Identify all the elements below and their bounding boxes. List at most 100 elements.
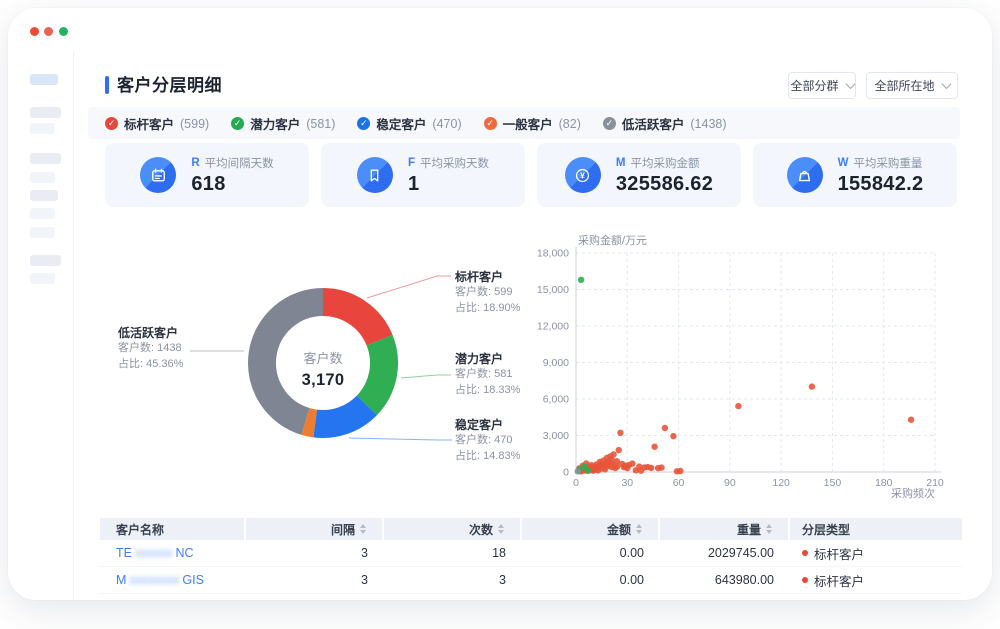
scatter-point-标杆客户[interactable] (648, 465, 654, 471)
yuan-icon: ¥ (565, 157, 601, 193)
sidebar-item[interactable] (30, 227, 55, 238)
page-title: 客户分层明细 (117, 71, 222, 96)
stat-card-recency: R平均间隔天数 618 (105, 143, 309, 207)
minimize-button[interactable] (44, 27, 53, 36)
sort-icon[interactable] (636, 524, 642, 534)
cell-times: 18 (384, 540, 522, 567)
legend-item-inactive[interactable]: ✓ 低活跃客户 (1438) (603, 114, 727, 133)
scatter-point-标杆客户[interactable] (629, 460, 635, 466)
legend-label: 低活跃客户 (622, 114, 685, 133)
x-tick-label: 90 (724, 477, 736, 489)
cell-type: 标杆客户 (790, 567, 962, 594)
cell-weight: 2029745.00 (660, 540, 790, 567)
column-header-name[interactable]: 客户名称 (100, 518, 246, 540)
scatter-x-axis-title: 采购频次 (865, 485, 935, 501)
legend-label: 标杆客户 (124, 114, 174, 133)
stat-card-weight: W平均采购重量 155842.2 (753, 143, 957, 207)
app-window: 客户分层明细 全部分群 全部所在地 ✓ 标杆客户 (599) ✓ 潜力客户 (5… (8, 8, 992, 600)
column-header-type: 分层类型 (790, 518, 962, 540)
y-tick-label: 3,000 (543, 430, 569, 442)
scatter-point-低活跃客户[interactable] (575, 468, 581, 474)
calendar-icon (140, 157, 176, 193)
sidebar-item[interactable] (30, 190, 58, 201)
x-tick-label: 60 (673, 477, 685, 489)
scatter-point-标杆客户[interactable] (658, 464, 664, 470)
customer-name-link[interactable]: TExxxxxxNC (116, 546, 194, 560)
legend-label: 稳定客户 (376, 114, 426, 133)
stat-value: 155842.2 (838, 173, 924, 196)
donut-center-label: 客户数 3,170 (263, 348, 383, 390)
sidebar-item[interactable] (30, 107, 61, 118)
sort-icon[interactable] (498, 524, 504, 534)
sidebar-item[interactable] (30, 123, 55, 134)
stat-value: 1 (408, 173, 489, 196)
scatter-point-标杆客户[interactable] (662, 425, 668, 431)
filter-dropdown-group[interactable]: 全部分群 (788, 72, 856, 99)
legend-count: (581) (306, 117, 335, 131)
table-header-row: 客户名称 间隔 次数 金额 重量 分层类型 (100, 518, 962, 540)
y-tick-label: 15,000 (537, 284, 569, 296)
scatter-point-标杆客户[interactable] (617, 430, 623, 436)
cell-amount: 0.00 (522, 540, 660, 567)
scatter-chart[interactable]: 03,0006,0009,00012,00015,00018,000030609… (540, 225, 968, 503)
stat-value: 325586.62 (616, 173, 713, 196)
svg-text:¥: ¥ (581, 170, 586, 180)
scatter-point-标杆客户[interactable] (735, 403, 741, 409)
cell-type: 标杆客户 (790, 540, 962, 567)
sidebar-item[interactable] (30, 172, 55, 183)
fullscreen-button[interactable] (59, 27, 68, 36)
table-row[interactable]: TExxxxxxNC 3 18 0.00 2029745.00 标杆客户 (100, 540, 962, 567)
sidebar-item[interactable] (30, 153, 61, 164)
legend-item-general[interactable]: ✓ 一般客户 (82) (484, 114, 581, 133)
column-header-amount[interactable]: 金额 (522, 518, 660, 540)
table-row[interactable]: MxxxxxxxxGIS 3 3 0.00 643980.00 标杆客户 (100, 567, 962, 594)
bookmark-icon (357, 157, 393, 193)
y-tick-label: 18,000 (537, 248, 569, 260)
scatter-point-标杆客户[interactable] (670, 433, 676, 439)
close-button[interactable] (30, 27, 39, 36)
legend-count: (1438) (690, 117, 726, 131)
check-circle-icon: ✓ (105, 117, 118, 130)
scatter-point-标杆客户[interactable] (809, 383, 815, 389)
column-header-weight[interactable]: 重量 (660, 518, 790, 540)
legend-count: (599) (180, 117, 209, 131)
title-accent-bar (105, 76, 109, 94)
x-tick-label: 120 (772, 477, 790, 489)
scatter-point-标杆客户[interactable] (651, 444, 657, 450)
chevron-down-icon (941, 79, 951, 89)
sort-icon[interactable] (360, 524, 366, 534)
scatter-point-标杆客户[interactable] (610, 451, 616, 457)
legend-item-stable[interactable]: ✓ 稳定客户 (470) (357, 114, 461, 133)
scatter-point-标杆客户[interactable] (677, 468, 683, 474)
legend-item-benchmark[interactable]: ✓ 标杆客户 (599) (105, 114, 209, 133)
stat-value: 618 (191, 173, 273, 196)
weight-icon (787, 157, 823, 193)
x-tick-label: 30 (621, 477, 633, 489)
check-circle-icon: ✓ (484, 117, 497, 130)
y-tick-label: 12,000 (537, 321, 569, 333)
scatter-point-标杆客户[interactable] (616, 447, 622, 453)
donut-slice-标杆客户[interactable] (323, 302, 380, 340)
cell-amount: 0.00 (522, 567, 660, 594)
sidebar-item[interactable] (30, 208, 55, 219)
callout-leader-line (401, 375, 451, 378)
scatter-point-潜力客户[interactable] (585, 467, 591, 473)
column-header-interval[interactable]: 间隔 (246, 518, 384, 540)
donut-slice-稳定客户[interactable] (315, 405, 367, 424)
sidebar-item[interactable] (30, 255, 61, 266)
sidebar-item[interactable] (30, 273, 55, 284)
sidebar-item-active[interactable] (30, 74, 58, 85)
filter-dropdown-location[interactable]: 全部所在地 (866, 72, 958, 99)
donut-slice-一般客户[interactable] (305, 421, 315, 423)
customer-name-link[interactable]: MxxxxxxxxGIS (116, 573, 204, 587)
legend-item-potential[interactable]: ✓ 潜力客户 (581) (231, 114, 335, 133)
scatter-point-标杆客户[interactable] (908, 417, 914, 423)
sort-icon[interactable] (766, 524, 772, 534)
scatter-point-潜力客户[interactable] (578, 277, 584, 283)
legend-label: 潜力客户 (250, 114, 300, 133)
callout-leader-line (349, 438, 452, 440)
cell-times: 3 (384, 567, 522, 594)
legend-label: 一般客户 (503, 114, 553, 133)
column-header-times[interactable]: 次数 (384, 518, 522, 540)
x-tick-label: 0 (573, 477, 579, 489)
